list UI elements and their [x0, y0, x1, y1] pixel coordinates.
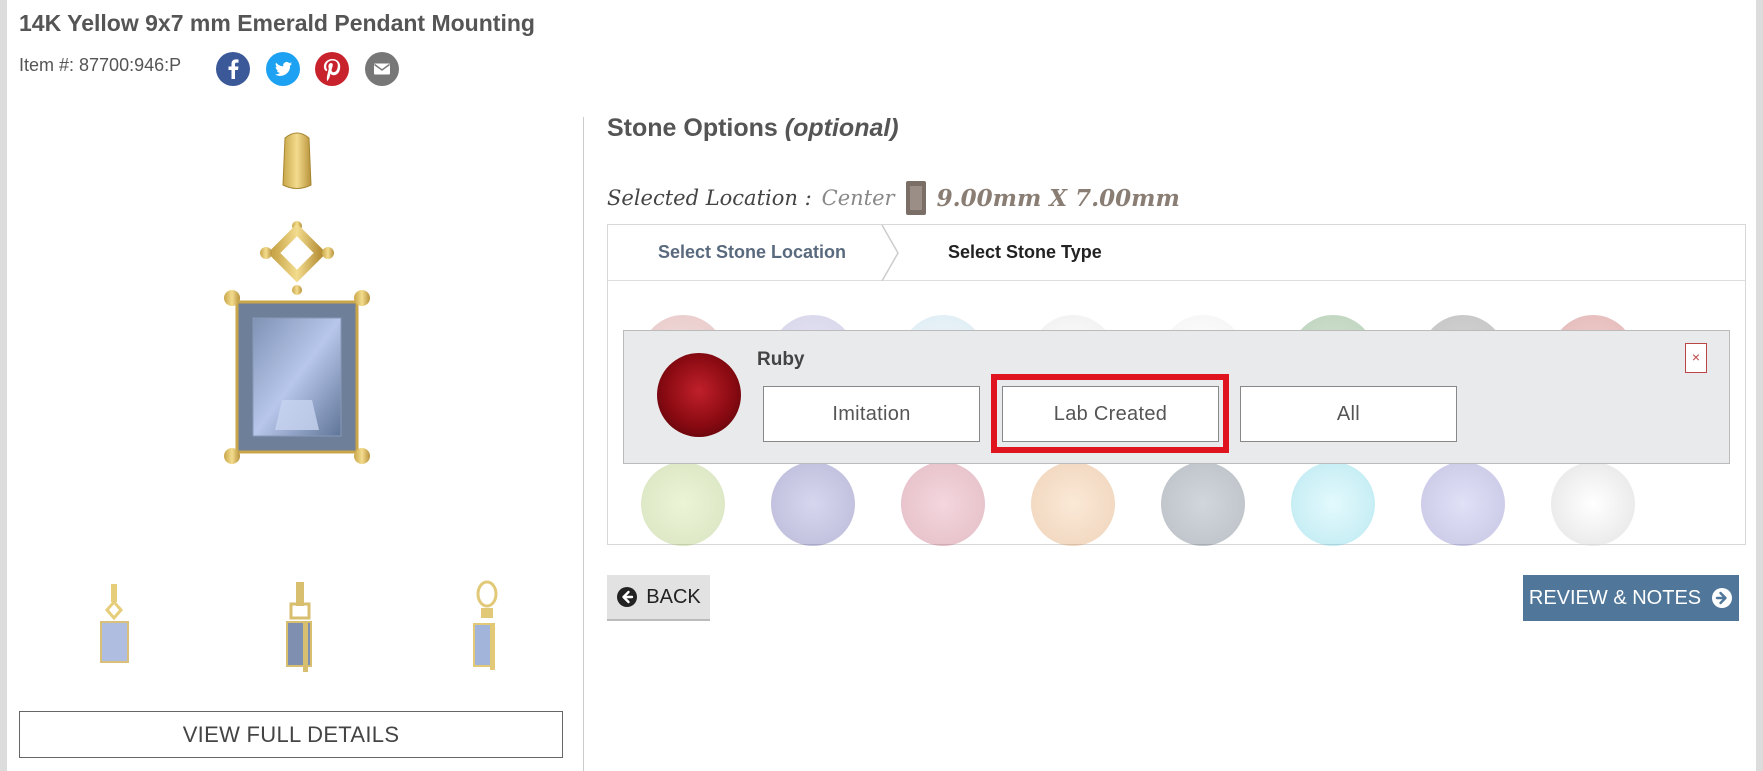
all-option-button[interactable]: All: [1240, 386, 1457, 442]
gem-swatch[interactable]: [1551, 462, 1635, 546]
stone-type-popup: Ruby Imitation Lab Created All ×: [623, 330, 1730, 464]
email-icon[interactable]: [365, 52, 399, 86]
step-tabs: Select Stone Location Select Stone Type: [608, 225, 1745, 281]
twitter-icon[interactable]: [266, 52, 300, 86]
selected-stone-size: 9.00mm X 7.00mm: [936, 184, 1180, 212]
thumbnail-profile[interactable]: [454, 580, 514, 680]
gem-swatch[interactable]: [641, 462, 725, 546]
emerald-cut-icon: [905, 181, 926, 215]
gem-swatch[interactable]: [1031, 462, 1115, 546]
gem-swatch[interactable]: [771, 462, 855, 546]
thumbnail-front[interactable]: [85, 580, 145, 680]
gem-swatch[interactable]: [1291, 462, 1375, 546]
selected-location: Selected Location : Center 9.00mm X 7.00…: [607, 180, 1180, 216]
pinterest-icon[interactable]: [315, 52, 349, 86]
stone-options-heading: Stone Options (optional): [607, 114, 899, 143]
arrow-circle-left-icon: [617, 587, 638, 607]
tab-select-stone-type[interactable]: Select Stone Type: [948, 242, 1102, 263]
selection-highlight: [991, 374, 1229, 453]
facebook-icon[interactable]: [216, 52, 250, 86]
thumbnail-side[interactable]: [269, 580, 329, 680]
gem-swatch[interactable]: [901, 462, 985, 546]
selected-location-value: Center: [821, 186, 895, 210]
arrow-circle-right-icon: [1712, 588, 1733, 608]
product-page: 14K Yellow 9x7 mm Emerald Pendant Mounti…: [7, 0, 1756, 771]
selected-location-label: Selected Location :: [607, 186, 812, 210]
review-label: REVIEW & NOTES: [1528, 586, 1702, 609]
gem-swatch[interactable]: [1161, 462, 1245, 546]
review-notes-button[interactable]: REVIEW & NOTES: [1523, 575, 1739, 621]
pendant-main-image: [224, 132, 370, 464]
item-number: Item #: 87700:946:P: [19, 55, 182, 75]
view-full-details-button[interactable]: VIEW FULL DETAILS: [19, 711, 563, 758]
product-title: 14K Yellow 9x7 mm Emerald Pendant Mounti…: [19, 10, 535, 36]
ruby-image: [657, 353, 741, 437]
stone-selection-panel: Select Stone Location Select Stone Type …: [607, 224, 1746, 546]
stone-options-title: Stone Options: [607, 114, 778, 142]
step-chevron-icon: [881, 225, 899, 281]
tab-select-stone-location[interactable]: Select Stone Location: [658, 242, 846, 263]
back-button[interactable]: BACK: [607, 575, 710, 621]
close-popup-button[interactable]: ×: [1685, 343, 1707, 373]
back-label: BACK: [646, 585, 701, 608]
stone-name: Ruby: [757, 349, 805, 370]
imitation-option-button[interactable]: Imitation: [763, 386, 980, 442]
stone-options-optional: (optional): [784, 114, 899, 142]
column-divider: [583, 117, 584, 771]
gem-swatch[interactable]: [1421, 462, 1505, 546]
